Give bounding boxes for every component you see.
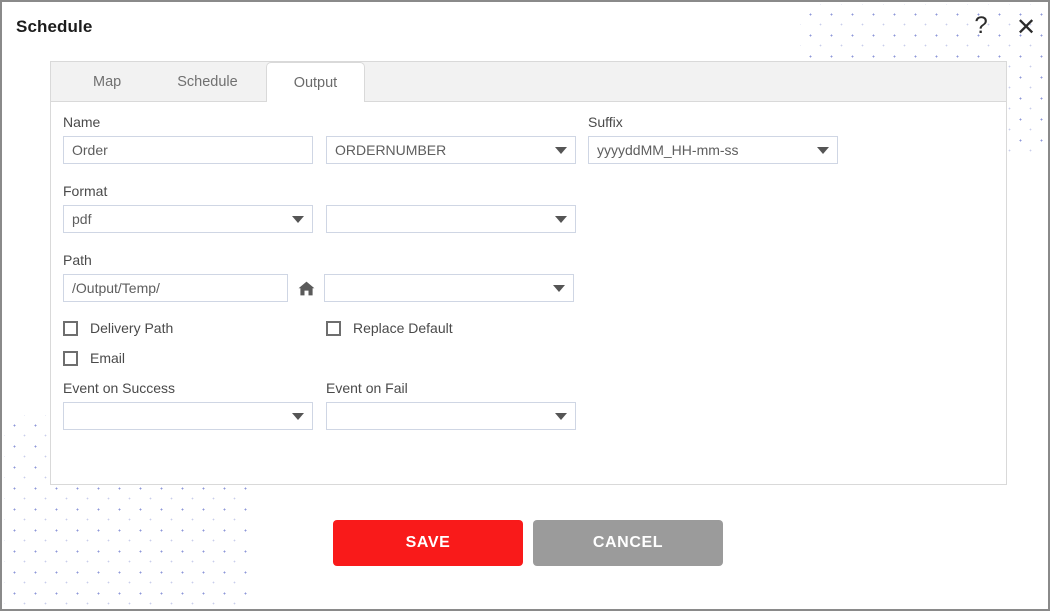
- name-token-select[interactable]: ORDERNUMBER: [326, 136, 576, 164]
- path-input[interactable]: [63, 274, 288, 302]
- tab-output[interactable]: Output: [265, 62, 366, 102]
- chevron-down-icon: [292, 216, 304, 223]
- field-group-path: Path: [63, 252, 574, 302]
- help-icon[interactable]: ?: [967, 12, 995, 40]
- tab-map[interactable]: Map: [65, 62, 149, 101]
- name-token-select-value: ORDERNUMBER: [335, 142, 447, 158]
- field-group-event-on-success: Event on Success: [63, 380, 313, 430]
- format-secondary-select[interactable]: [326, 205, 576, 233]
- suffix-label: Suffix: [588, 114, 623, 130]
- field-group-event-on-fail: Event on Fail: [326, 380, 576, 430]
- checkbox-delivery-path-box[interactable]: [63, 320, 78, 336]
- format-select-value: pdf: [72, 211, 92, 227]
- chevron-down-icon: [555, 147, 567, 154]
- page-title: Schedule: [16, 17, 99, 37]
- format-label: Format: [63, 183, 108, 199]
- event-on-success-label: Event on Success: [63, 380, 176, 396]
- path-label: Path: [63, 252, 92, 268]
- path-secondary-select[interactable]: [324, 274, 574, 302]
- name-field-wrap: ORDERNUMBER: [63, 136, 576, 164]
- chevron-down-icon: [555, 413, 567, 420]
- checkbox-delivery-path[interactable]: Delivery Path: [63, 320, 173, 336]
- suffix-select-value: yyyyddMM_HH-mm-ss: [597, 142, 739, 158]
- schedule-dialog: Schedule ? ✕ Map Schedule Output Name OR…: [4, 4, 1048, 609]
- field-group-suffix: Suffix yyyyddMM_HH-mm-ss: [588, 114, 838, 164]
- event-on-fail-label: Event on Fail: [326, 380, 408, 396]
- event-on-success-select[interactable]: [63, 402, 313, 430]
- chevron-down-icon: [553, 285, 565, 292]
- save-button[interactable]: SAVE: [333, 520, 523, 566]
- suffix-select[interactable]: yyyyddMM_HH-mm-ss: [588, 136, 838, 164]
- field-group-name: Name ORDERNUMBER: [63, 114, 576, 164]
- name-label: Name: [63, 114, 101, 130]
- checkbox-replace-default-label: Replace Default: [353, 320, 453, 336]
- checkbox-email[interactable]: Email: [63, 350, 125, 366]
- cancel-button[interactable]: CANCEL: [533, 520, 723, 566]
- checkbox-replace-default[interactable]: Replace Default: [326, 320, 453, 336]
- application-window: Schedule ? ✕ Map Schedule Output Name OR…: [0, 0, 1050, 611]
- format-field-wrap: pdf: [63, 205, 576, 233]
- chevron-down-icon: [817, 147, 829, 154]
- event-on-fail-select[interactable]: [326, 402, 576, 430]
- home-icon[interactable]: [293, 281, 319, 296]
- output-form: Name ORDERNUMBER Suffix yyyyddMM_HH-mm-s…: [51, 102, 1006, 430]
- path-field-wrap: [63, 274, 574, 302]
- checkbox-replace-default-box[interactable]: [326, 320, 341, 336]
- checkbox-email-box[interactable]: [63, 350, 78, 366]
- tab-schedule[interactable]: Schedule: [149, 62, 265, 101]
- format-select[interactable]: pdf: [63, 205, 313, 233]
- close-icon[interactable]: ✕: [1012, 13, 1040, 41]
- chevron-down-icon: [292, 413, 304, 420]
- output-tab-panel: Map Schedule Output Name ORDERNUMBER: [50, 61, 1007, 485]
- checkbox-email-label: Email: [90, 350, 126, 366]
- name-input[interactable]: [63, 136, 313, 164]
- field-group-format: Format pdf: [63, 183, 576, 233]
- tab-strip: Map Schedule Output: [51, 62, 1006, 102]
- checkbox-delivery-path-label: Delivery Path: [90, 320, 174, 336]
- chevron-down-icon: [555, 216, 567, 223]
